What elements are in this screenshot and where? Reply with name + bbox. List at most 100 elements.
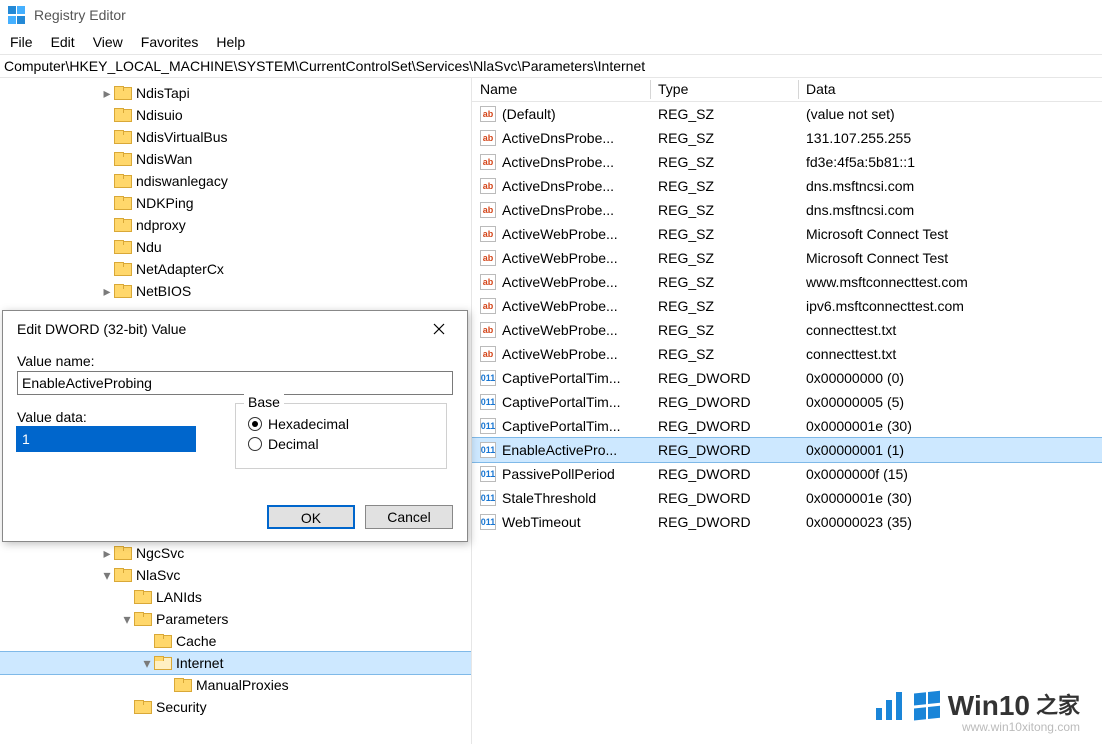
tree-item-label: NdisTapi	[136, 85, 190, 101]
dword-value-icon: 011	[480, 394, 496, 410]
column-type[interactable]: Type	[650, 78, 798, 101]
list-row[interactable]: abActiveDnsProbe...REG_SZfd3e:4f5a:5b81:…	[472, 150, 1102, 174]
list-row[interactable]: 011StaleThresholdREG_DWORD0x0000001e (30…	[472, 486, 1102, 510]
tree-item-label: Security	[156, 699, 207, 715]
tree-item-label: NetBIOS	[136, 283, 191, 299]
tree-item-label: ndproxy	[136, 217, 186, 233]
column-name[interactable]: Name	[472, 78, 650, 101]
radio-icon	[248, 437, 262, 451]
list-row[interactable]: abActiveWebProbe...REG_SZMicrosoft Conne…	[472, 246, 1102, 270]
value-name: EnableActivePro...	[502, 442, 617, 458]
list-row[interactable]: 011PassivePollPeriodREG_DWORD0x0000000f …	[472, 462, 1102, 486]
value-data: 0x00000005 (5)	[798, 394, 1102, 410]
value-type: REG_SZ	[650, 322, 798, 338]
base-legend: Base	[244, 394, 284, 410]
list-row[interactable]: 011CaptivePortalTim...REG_DWORD0x0000001…	[472, 414, 1102, 438]
menu-favorites[interactable]: Favorites	[141, 34, 199, 50]
string-value-icon: ab	[480, 106, 496, 122]
tree-item[interactable]: Ndisuio	[0, 104, 471, 126]
value-name: WebTimeout	[502, 514, 581, 530]
value-data-input[interactable]	[17, 427, 195, 451]
chevron-right-icon[interactable]	[100, 546, 114, 560]
folder-icon	[174, 678, 190, 692]
tree-item[interactable]: NgcSvc	[0, 542, 471, 564]
value-data: 0x0000001e (30)	[798, 490, 1102, 506]
tree-item[interactable]: NdisWan	[0, 148, 471, 170]
list-row[interactable]: abActiveWebProbe...REG_SZconnecttest.txt	[472, 318, 1102, 342]
value-name: ActiveWebProbe...	[502, 274, 618, 290]
tree-item[interactable]: Ndu	[0, 236, 471, 258]
list-row[interactable]: abActiveWebProbe...REG_SZconnecttest.txt	[472, 342, 1102, 366]
folder-icon	[134, 612, 150, 626]
tree-item[interactable]: Cache	[0, 630, 471, 652]
string-value-icon: ab	[480, 298, 496, 314]
chevron-right-icon[interactable]	[100, 86, 114, 100]
menu-edit[interactable]: Edit	[51, 34, 75, 50]
list-row[interactable]: 011CaptivePortalTim...REG_DWORD0x0000000…	[472, 366, 1102, 390]
value-data: connecttest.txt	[798, 346, 1102, 362]
list-row[interactable]: abActiveWebProbe...REG_SZMicrosoft Conne…	[472, 222, 1102, 246]
close-icon	[433, 323, 445, 335]
list-row[interactable]: ab(Default)REG_SZ(value not set)	[472, 102, 1102, 126]
tree-item[interactable]: NlaSvc	[0, 564, 471, 586]
value-name: (Default)	[502, 106, 556, 122]
list-row[interactable]: abActiveWebProbe...REG_SZwww.msftconnect…	[472, 270, 1102, 294]
value-name: ActiveDnsProbe...	[502, 154, 614, 170]
tree-item[interactable]: Security	[0, 696, 471, 718]
list-row[interactable]: abActiveWebProbe...REG_SZipv6.msftconnec…	[472, 294, 1102, 318]
value-name: PassivePollPeriod	[502, 466, 615, 482]
value-type: REG_DWORD	[650, 490, 798, 506]
tree-item-label: NDKPing	[136, 195, 194, 211]
string-value-icon: ab	[480, 226, 496, 242]
tree-item[interactable]: LANIds	[0, 586, 471, 608]
radio-decimal[interactable]: Decimal	[248, 436, 434, 452]
close-button[interactable]	[421, 317, 457, 341]
value-type: REG_SZ	[650, 298, 798, 314]
value-data: 0x0000001e (30)	[798, 418, 1102, 434]
folder-icon	[114, 240, 130, 254]
chevron-right-icon[interactable]	[100, 284, 114, 298]
tree-item[interactable]: ndiswanlegacy	[0, 170, 471, 192]
value-name: ActiveWebProbe...	[502, 346, 618, 362]
list-row[interactable]: 011CaptivePortalTim...REG_DWORD0x0000000…	[472, 390, 1102, 414]
chevron-down-icon[interactable]	[100, 568, 114, 582]
value-name: ActiveDnsProbe...	[502, 202, 614, 218]
tree-item[interactable]: NdisVirtualBus	[0, 126, 471, 148]
menu-file[interactable]: File	[10, 34, 33, 50]
value-data-label: Value data:	[17, 409, 217, 425]
tree-item[interactable]: ManualProxies	[0, 674, 471, 696]
chevron-down-icon[interactable]	[140, 656, 154, 670]
list-row[interactable]: abActiveDnsProbe...REG_SZdns.msftncsi.co…	[472, 198, 1102, 222]
ok-button[interactable]: OK	[267, 505, 355, 529]
folder-icon	[114, 196, 130, 210]
menu-help[interactable]: Help	[216, 34, 245, 50]
tree-item[interactable]: NDKPing	[0, 192, 471, 214]
list-row[interactable]: abActiveDnsProbe...REG_SZ131.107.255.255	[472, 126, 1102, 150]
radio-hexadecimal[interactable]: Hexadecimal	[248, 416, 434, 432]
menu-view[interactable]: View	[93, 34, 123, 50]
tree-item[interactable]: ndproxy	[0, 214, 471, 236]
folder-icon	[114, 568, 130, 582]
address-bar[interactable]: Computer\HKEY_LOCAL_MACHINE\SYSTEM\Curre…	[0, 54, 1102, 78]
tree-item[interactable]: Parameters	[0, 608, 471, 630]
tree-item[interactable]: NdisTapi	[0, 82, 471, 104]
dword-value-icon: 011	[480, 370, 496, 386]
tree-item-label: NetAdapterCx	[136, 261, 224, 277]
tree-item[interactable]: NetBIOS	[0, 280, 471, 302]
value-data: fd3e:4f5a:5b81::1	[798, 154, 1102, 170]
tree-item[interactable]: Internet	[0, 652, 471, 674]
tree-item[interactable]: NetAdapterCx	[0, 258, 471, 280]
list-pane[interactable]: Name Type Data ab(Default)REG_SZ(value n…	[472, 78, 1102, 744]
column-data[interactable]: Data	[798, 78, 1102, 101]
list-row[interactable]: abActiveDnsProbe...REG_SZdns.msftncsi.co…	[472, 174, 1102, 198]
value-data: connecttest.txt	[798, 322, 1102, 338]
value-name-input[interactable]	[17, 371, 453, 395]
list-row[interactable]: 011WebTimeoutREG_DWORD0x00000023 (35)	[472, 510, 1102, 534]
cancel-button[interactable]: Cancel	[365, 505, 453, 529]
hex-label: Hexadecimal	[268, 416, 349, 432]
list-row[interactable]: 011EnableActivePro...REG_DWORD0x00000001…	[472, 438, 1102, 462]
folder-icon	[114, 218, 130, 232]
chevron-down-icon[interactable]	[120, 612, 134, 626]
tree-item-label: NdisWan	[136, 151, 192, 167]
tree-item-label: LANIds	[156, 589, 202, 605]
